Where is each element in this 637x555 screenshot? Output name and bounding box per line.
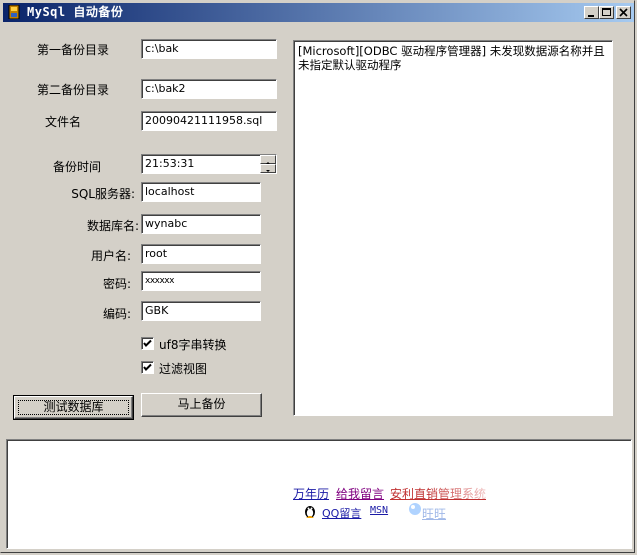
password-label: 密码: [102, 277, 131, 291]
ad-panel: 万年历 给我留言 安利直销管理系统 QQ留言 MSN 旺旺 [6, 439, 632, 549]
backup-time-picker[interactable]: 21:53:31 [141, 154, 277, 174]
title-bar[interactable]: MySql 自动备份 [3, 3, 634, 22]
utf8-checkbox[interactable] [141, 337, 154, 350]
checkmark-icon [143, 339, 152, 347]
backup-dir1-input[interactable]: c:\bak [141, 39, 277, 59]
wangwang-link[interactable]: 旺旺 [422, 505, 446, 522]
maximize-icon [602, 8, 611, 16]
encoding-label: 编码: [102, 307, 131, 321]
backup-now-button[interactable]: 马上备份 [141, 393, 262, 417]
backup-time-value: 21:53:31 [145, 157, 195, 170]
utf8-checkbox-label[interactable]: uf8字串转换 [159, 336, 226, 353]
test-database-button[interactable]: 测试数据库 [13, 395, 134, 420]
filename-label: 文件名 [44, 115, 81, 129]
db-name-label: 数据库名: [86, 219, 139, 233]
password-input[interactable]: xxxxxx [141, 271, 261, 291]
log-text: [Microsoft][ODBC 驱动程序管理器] 未发现数据源名称并且未指定默… [298, 44, 605, 72]
checkmark-icon [143, 363, 152, 371]
backup-time-label: 备份时间 [52, 160, 101, 174]
calendar-link[interactable]: 万年历 [293, 485, 329, 502]
spin-down-button[interactable] [260, 164, 276, 173]
username-input[interactable]: root [141, 244, 261, 264]
arrow-down-icon [266, 170, 270, 172]
qq-penguin-icon [305, 506, 315, 518]
anli-system-text: 安利直销管理系统 [390, 487, 487, 501]
minimize-button[interactable] [584, 6, 599, 19]
filter-views-label[interactable]: 过滤视图 [159, 360, 207, 377]
sql-server-input[interactable]: localhost [141, 182, 261, 202]
backup-dir2-label: 第二备份目录 [36, 83, 109, 97]
close-button[interactable] [616, 6, 631, 19]
username-label: 用户名: [90, 249, 131, 263]
spin-up-button[interactable] [260, 155, 276, 164]
sql-server-label: SQL服务器: [71, 187, 135, 201]
backup-now-button-label: 马上备份 [177, 397, 226, 411]
leave-message-link[interactable]: 给我留言 [336, 485, 384, 502]
maximize-button[interactable] [599, 6, 614, 19]
filter-views-checkbox[interactable] [141, 361, 154, 374]
anli-system-link[interactable]: 安利直销管理系统 [390, 485, 486, 502]
backup-dir2-input[interactable]: c:\bak2 [141, 79, 277, 99]
window-title: MySql 自动备份 [27, 5, 124, 19]
msn-link[interactable]: MSN [370, 505, 388, 516]
filename-input[interactable]: 20090421111958.sql [141, 111, 277, 131]
close-icon [619, 8, 628, 17]
wangwang-icon [409, 503, 421, 515]
db-name-input[interactable]: wynabc [141, 214, 261, 234]
backup-dir1-label: 第一备份目录 [36, 43, 109, 57]
qq-message-link[interactable]: QQ留言 [322, 505, 361, 521]
main-window: MySql 自动备份 第一备份目录 c:\bak 第二备份目录 c:\bak2 … [0, 0, 635, 553]
app-icon [8, 5, 20, 19]
log-output[interactable]: [Microsoft][ODBC 驱动程序管理器] 未发现数据源名称并且未指定默… [293, 40, 613, 416]
minimize-icon [588, 15, 594, 17]
time-spinner[interactable] [260, 155, 276, 173]
encoding-input[interactable]: GBK [141, 301, 261, 321]
